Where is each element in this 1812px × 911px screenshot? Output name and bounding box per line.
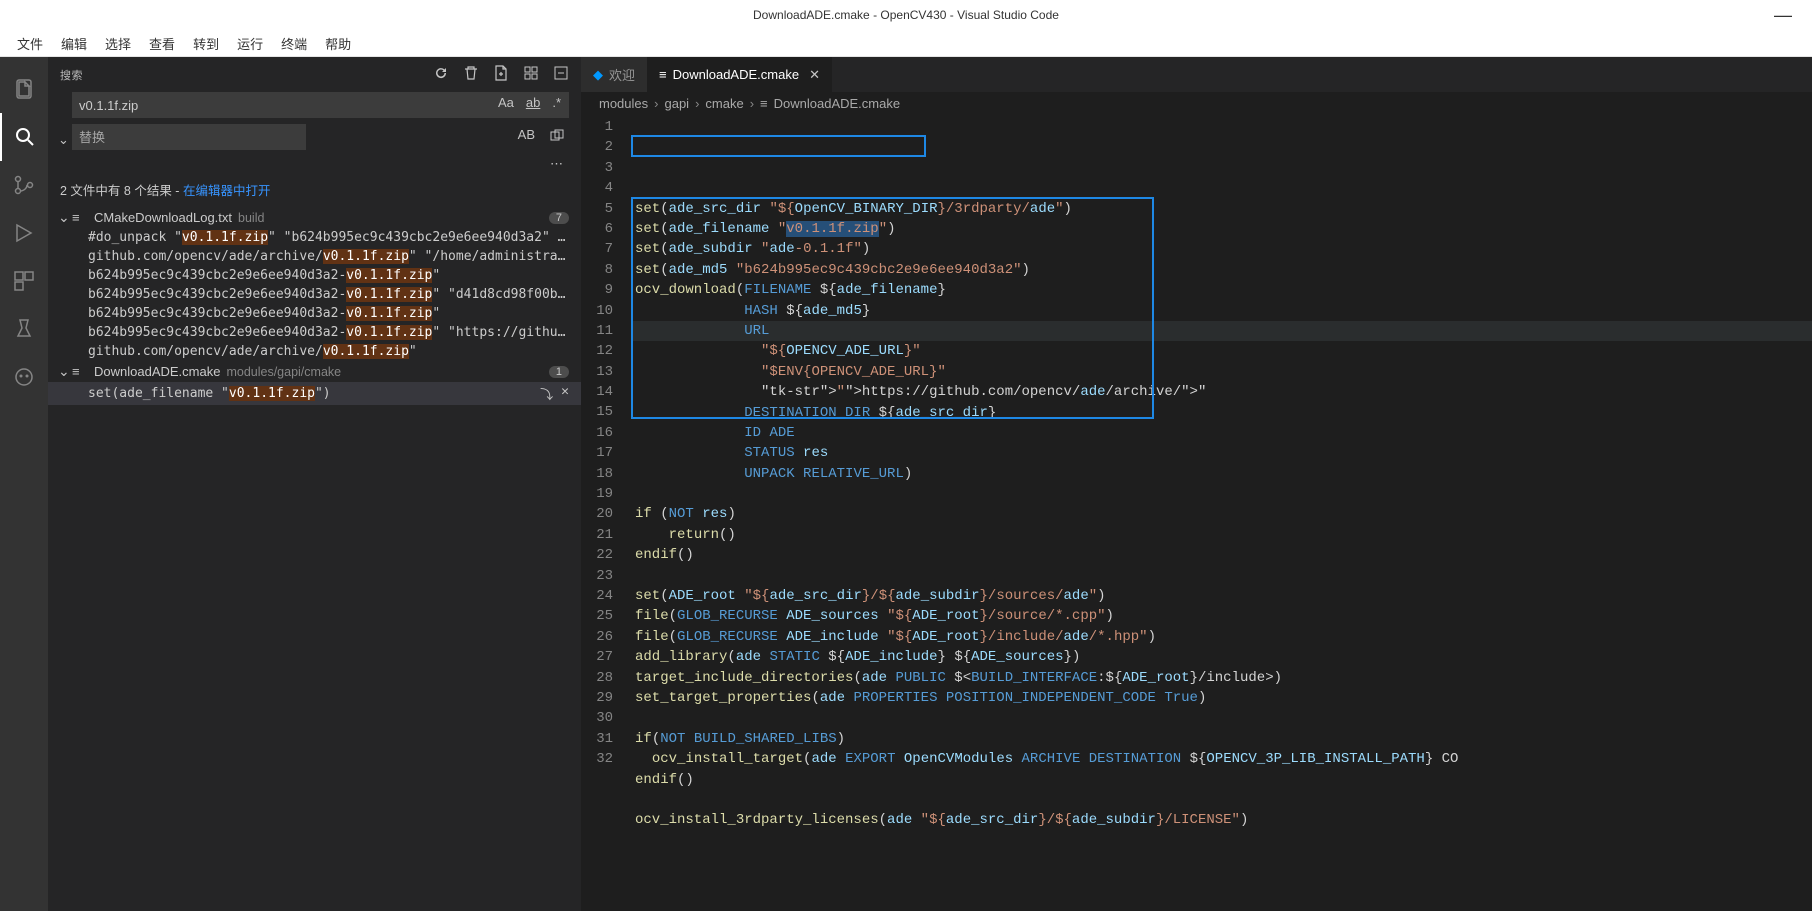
- result-line[interactable]: b624b995ec9c439cbc2e9e6ee940d3a2-v0.1.1f…: [48, 323, 581, 342]
- expand-icon[interactable]: [553, 65, 569, 84]
- match-word-icon[interactable]: ab: [523, 95, 543, 110]
- match-count-badge: 1: [549, 366, 569, 378]
- result-line[interactable]: b624b995ec9c439cbc2e9e6ee940d3a2-v0.1.1f…: [48, 304, 581, 323]
- replace-all-icon[interactable]: [545, 128, 569, 147]
- tab-welcome[interactable]: ◆ 欢迎: [581, 57, 647, 92]
- close-icon[interactable]: ✕: [809, 67, 820, 83]
- result-line[interactable]: github.com/opencv/ade/archive/v0.1.1f.zi…: [48, 342, 581, 361]
- menu-selection[interactable]: 选择: [96, 34, 140, 53]
- menu-help[interactable]: 帮助: [316, 34, 360, 53]
- activity-debug[interactable]: [0, 209, 48, 257]
- code[interactable]: set(ade_src_dir "${OpenCV_BINARY_DIR}/3r…: [631, 115, 1812, 911]
- menu-file[interactable]: 文件: [8, 34, 52, 53]
- replace-input[interactable]: [72, 124, 306, 150]
- result-file[interactable]: ⌄≡CMakeDownloadLog.txtbuild7: [48, 207, 581, 228]
- breadcrumbs[interactable]: modules› gapi› cmake› ≡ DownloadADE.cmak…: [581, 92, 1812, 115]
- new-file-icon[interactable]: [493, 65, 509, 84]
- activity-copilot[interactable]: [0, 353, 48, 401]
- editor[interactable]: 1234567891011121314151617181920212223242…: [581, 115, 1812, 911]
- toggle-replace-icon[interactable]: ⌄: [58, 132, 69, 148]
- window-title: DownloadADE.cmake - OpenCV430 - Visual S…: [753, 8, 1059, 22]
- menubar: 文件 编辑 选择 查看 转到 运行 终端 帮助: [0, 30, 1812, 57]
- result-line[interactable]: set(ade_filename "v0.1.1f.zip")⤵✕: [48, 382, 581, 405]
- activity-extensions[interactable]: [0, 257, 48, 305]
- match-case-icon[interactable]: Aa: [495, 95, 517, 110]
- result-line[interactable]: #do_unpack "v0.1.1f.zip" "b624b995ec9c43…: [48, 228, 581, 247]
- file-icon: ≡: [72, 364, 88, 379]
- result-line[interactable]: b624b995ec9c439cbc2e9e6ee940d3a2-v0.1.1f…: [48, 266, 581, 285]
- results-tree: ⌄≡CMakeDownloadLog.txtbuild7#do_unpack "…: [48, 207, 581, 911]
- replace-icon[interactable]: ⤵: [540, 384, 553, 403]
- result-line[interactable]: github.com/opencv/ade/archive/v0.1.1f.zi…: [48, 247, 581, 266]
- activitybar: [0, 57, 48, 911]
- activity-explorer[interactable]: [0, 65, 48, 113]
- activity-testing[interactable]: [0, 305, 48, 353]
- match-count-badge: 7: [549, 212, 569, 224]
- titlebar: DownloadADE.cmake - OpenCV430 - Visual S…: [0, 0, 1812, 30]
- result-line[interactable]: b624b995ec9c439cbc2e9e6ee940d3a2-v0.1.1f…: [48, 285, 581, 304]
- result-file[interactable]: ⌄≡DownloadADE.cmakemodules/gapi/cmake1: [48, 361, 581, 382]
- activity-scm[interactable]: [0, 161, 48, 209]
- clear-icon[interactable]: [463, 65, 479, 84]
- refresh-icon[interactable]: [433, 65, 449, 84]
- file-icon: ≡: [760, 96, 768, 111]
- gutter: 1234567891011121314151617181920212223242…: [581, 115, 631, 911]
- results-summary: 2 文件中有 8 个结果 - 在编辑器中打开: [48, 176, 581, 207]
- menu-view[interactable]: 查看: [140, 34, 184, 53]
- tab-downloadade[interactable]: ≡ DownloadADE.cmake ✕: [647, 57, 832, 92]
- regex-icon[interactable]: .*: [549, 95, 564, 110]
- menu-run[interactable]: 运行: [228, 34, 272, 53]
- search-sidebar: 搜索 ⌄ Aa ab .*: [48, 57, 581, 911]
- minimize-button[interactable]: —: [1774, 5, 1792, 26]
- file-icon: ≡: [659, 67, 667, 82]
- menu-edit[interactable]: 编辑: [52, 34, 96, 53]
- editor-area: ◆ 欢迎 ≡ DownloadADE.cmake ✕ modules› gapi…: [581, 57, 1812, 911]
- highlight-box-1: [631, 135, 926, 157]
- menu-go[interactable]: 转到: [184, 34, 228, 53]
- tab-bar: ◆ 欢迎 ≡ DownloadADE.cmake ✕: [581, 57, 1812, 92]
- sidebar-title: 搜索: [60, 67, 433, 83]
- menu-terminal[interactable]: 终端: [272, 34, 316, 53]
- chevron-down-icon: ⌄: [58, 209, 72, 226]
- dismiss-icon[interactable]: ✕: [561, 384, 569, 403]
- toggle-search-details[interactable]: ⋯: [48, 156, 581, 176]
- vscode-icon: ◆: [593, 67, 603, 83]
- open-in-editor-link[interactable]: 在编辑器中打开: [183, 184, 271, 198]
- collapse-icon[interactable]: [523, 65, 539, 84]
- activity-search[interactable]: [0, 113, 48, 161]
- preserve-case-icon[interactable]: AB: [518, 127, 535, 142]
- chevron-down-icon: ⌄: [58, 363, 72, 380]
- file-icon: ≡: [72, 210, 88, 225]
